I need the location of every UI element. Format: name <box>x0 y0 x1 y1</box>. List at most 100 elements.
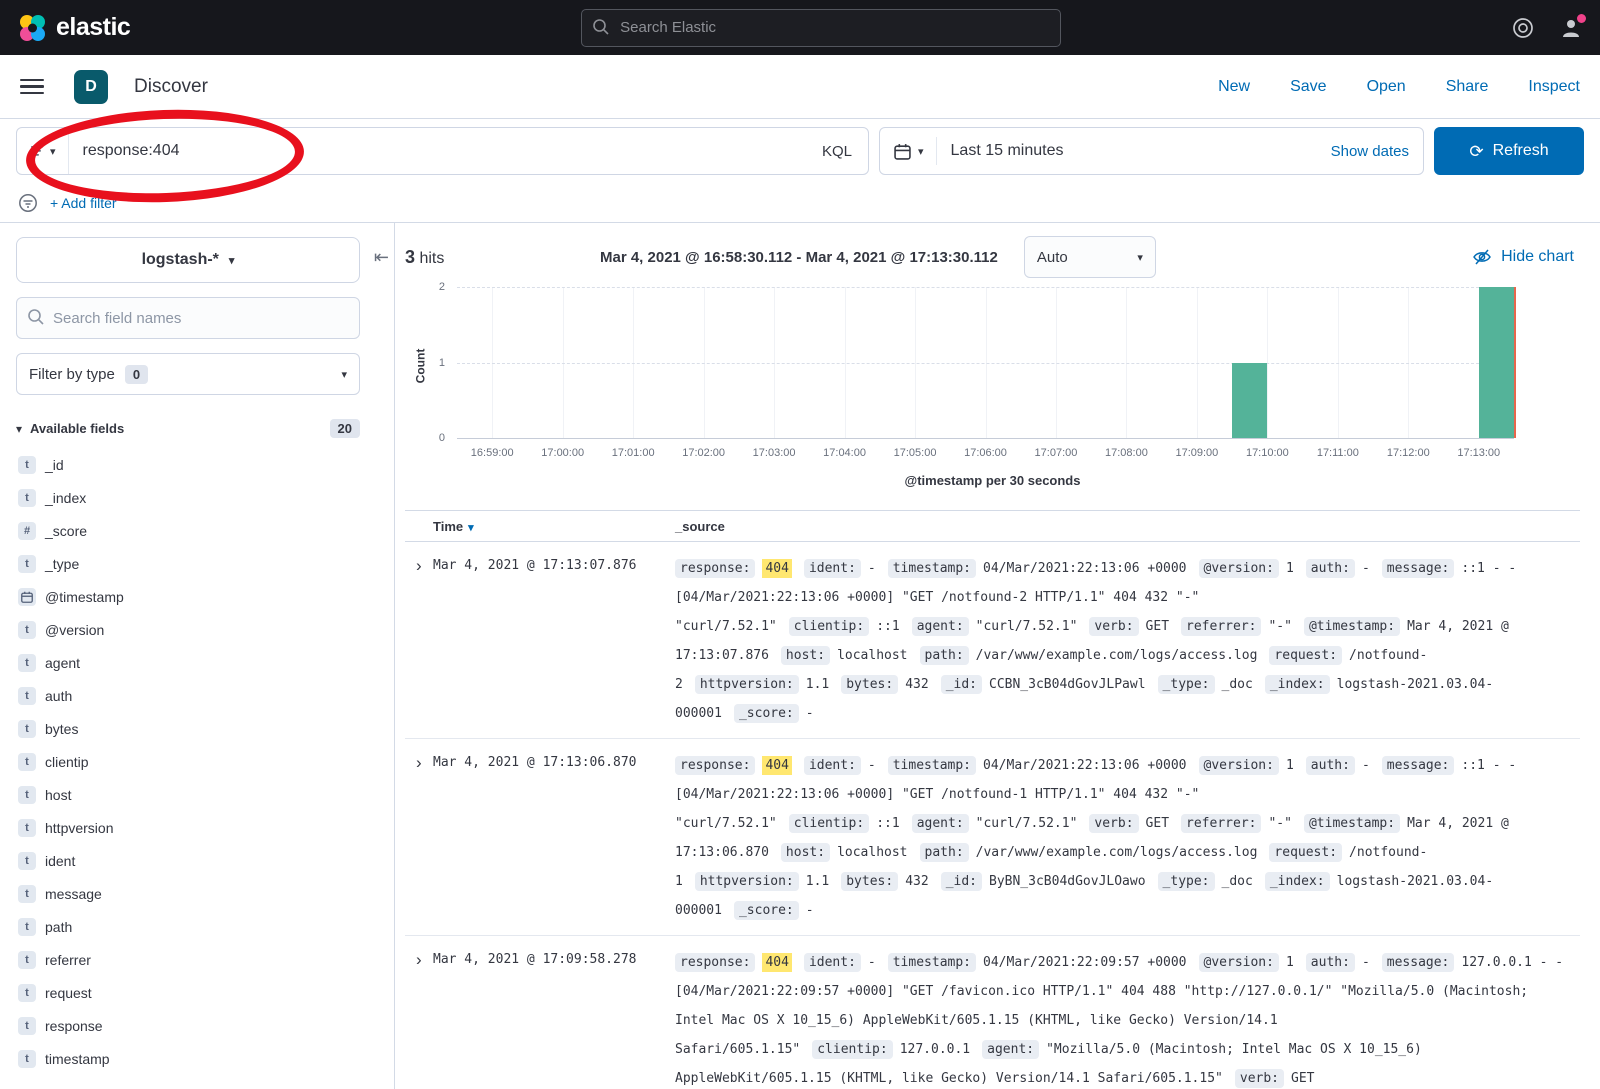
source-key: message: <box>1382 756 1455 775</box>
field-item-referrer[interactable]: treferrer <box>16 943 378 976</box>
field-item-auth[interactable]: tauth <box>16 679 378 712</box>
histogram-bar[interactable] <box>1479 287 1514 438</box>
column-header-source[interactable]: _source <box>675 519 725 534</box>
source-key: auth: <box>1306 559 1355 578</box>
field-item-@version[interactable]: t@version <box>16 613 378 646</box>
source-value: CCBN_3cB04dGovJLPawl <box>989 677 1146 692</box>
inspect-button[interactable]: Inspect <box>1528 78 1580 96</box>
source-key: response: <box>675 756 755 775</box>
table-row: ›Mar 4, 2021 @ 17:13:07.876response:404i… <box>405 542 1580 739</box>
source-value: 1.1 <box>806 677 829 692</box>
kibana-discover-app: elastic <box>0 0 1600 1089</box>
source-value: ::1 <box>876 619 899 634</box>
time-range-value[interactable]: Last 15 minutes <box>951 142 1064 160</box>
document-table: Time▾ _source ›Mar 4, 2021 @ 17:13:07.87… <box>405 510 1580 1089</box>
column-header-time[interactable]: Time▾ <box>433 519 675 534</box>
add-filter-button[interactable]: + Add filter <box>50 195 117 211</box>
source-key: response: <box>675 559 755 578</box>
query-language-button[interactable]: KQL <box>806 143 868 160</box>
chevron-down-icon: ▾ <box>918 145 924 158</box>
page-title: Discover <box>134 76 208 98</box>
field-item-timestamp[interactable]: ttimestamp <box>16 1042 378 1075</box>
source-key: bytes: <box>841 872 898 891</box>
show-dates-button[interactable]: Show dates <box>1331 143 1409 160</box>
field-name: _id <box>45 457 64 473</box>
field-type-string-icon: t <box>18 489 36 507</box>
query-input[interactable] <box>69 128 806 174</box>
field-name: @timestamp <box>45 589 124 605</box>
source-value: - <box>1362 561 1370 576</box>
field-item-host[interactable]: thost <box>16 778 378 811</box>
field-type-string-icon: t <box>18 819 36 837</box>
field-type-string-icon: t <box>18 885 36 903</box>
filter-by-type-count: 0 <box>125 365 148 384</box>
histogram-bar[interactable] <box>1232 363 1267 439</box>
field-item-request[interactable]: trequest <box>16 976 378 1009</box>
field-item-path[interactable]: tpath <box>16 910 378 943</box>
calendar-button[interactable]: ▾ <box>894 137 937 165</box>
source-key: _index: <box>1265 675 1330 694</box>
field-type-string-icon: t <box>18 456 36 474</box>
refresh-button[interactable]: ⟳ Refresh <box>1434 127 1584 175</box>
global-search-input[interactable] <box>581 9 1061 47</box>
field-item-_type[interactable]: t_type <box>16 547 378 580</box>
source-value: - <box>1362 758 1370 773</box>
chart-xticks: 16:59:0017:00:0017:01:0017:02:0017:03:00… <box>457 439 1514 463</box>
source-key: host: <box>781 843 830 862</box>
field-item-ident[interactable]: tident <box>16 844 378 877</box>
field-name: request <box>45 985 92 1001</box>
source-value: 1 <box>1286 758 1294 773</box>
field-item-_index[interactable]: t_index <box>16 481 378 514</box>
query-bar: ▾ KQL ▾ Last 15 minutes Show dates ⟳ Ref… <box>0 119 1600 183</box>
source-value-highlighted: 404 <box>762 559 791 578</box>
calendar-icon <box>894 143 911 160</box>
field-item-httpversion[interactable]: thttpversion <box>16 811 378 844</box>
source-value: - <box>868 955 876 970</box>
elastic-logo[interactable]: elastic <box>18 13 130 42</box>
field-item-_score[interactable]: #_score <box>16 514 378 547</box>
field-item-agent[interactable]: tagent <box>16 646 378 679</box>
source-key: referrer: <box>1181 617 1261 636</box>
source-value: _doc <box>1222 677 1253 692</box>
table-header: Time▾ _source <box>405 510 1580 542</box>
menu-icon[interactable] <box>20 79 44 95</box>
index-pattern-select[interactable]: logstash-* ▾ <box>16 237 360 283</box>
hide-chart-button[interactable]: Hide chart <box>1472 248 1574 266</box>
field-item-@timestamp[interactable]: @timestamp <box>16 580 378 613</box>
field-name: @version <box>45 622 104 638</box>
available-fields-header[interactable]: ▾ Available fields 20 <box>16 419 360 438</box>
expand-row-icon[interactable]: › <box>405 948 433 972</box>
y-axis-label: Count <box>413 349 427 384</box>
save-button[interactable]: Save <box>1290 78 1326 96</box>
field-item-clientip[interactable]: tclientip <box>16 745 378 778</box>
help-icon[interactable] <box>1512 17 1534 39</box>
filter-by-type-select[interactable]: Filter by type 0 ▾ <box>16 353 360 395</box>
source-value: /var/www/example.com/logs/access.log <box>976 845 1258 860</box>
field-search-input[interactable] <box>16 297 360 339</box>
discover-app-badge[interactable]: D <box>74 70 108 104</box>
source-value: "curl/7.52.1" <box>976 816 1078 831</box>
chevron-down-icon: ▾ <box>16 422 22 436</box>
new-button[interactable]: New <box>1218 78 1250 96</box>
field-item-_id[interactable]: t _id <box>16 448 378 481</box>
chevron-down-icon: ▾ <box>229 254 235 267</box>
collapse-sidebar-icon[interactable]: ⇤ <box>374 247 389 268</box>
filters-icon[interactable] <box>18 193 38 213</box>
share-button[interactable]: Share <box>1446 78 1489 96</box>
source-value: ::1 <box>876 816 899 831</box>
field-item-message[interactable]: tmessage <box>16 877 378 910</box>
table-row: ›Mar 4, 2021 @ 17:09:58.278response:404i… <box>405 936 1580 1089</box>
source-value-highlighted: 404 <box>762 756 791 775</box>
saved-query-menu-button[interactable]: ▾ <box>17 128 69 174</box>
source-key: @timestamp: <box>1304 814 1400 833</box>
chevron-down-icon: ▾ <box>50 145 56 158</box>
field-item-response[interactable]: tresponse <box>16 1009 378 1042</box>
field-item-bytes[interactable]: tbytes <box>16 712 378 745</box>
y-tick-label: 0 <box>439 432 445 444</box>
user-avatar[interactable] <box>1560 17 1582 39</box>
interval-select[interactable]: Auto ▾ <box>1024 236 1156 278</box>
expand-row-icon[interactable]: › <box>405 751 433 775</box>
source-value: 04/Mar/2021:22:09:57 +0000 <box>983 955 1187 970</box>
expand-row-icon[interactable]: › <box>405 554 433 578</box>
open-button[interactable]: Open <box>1367 78 1406 96</box>
